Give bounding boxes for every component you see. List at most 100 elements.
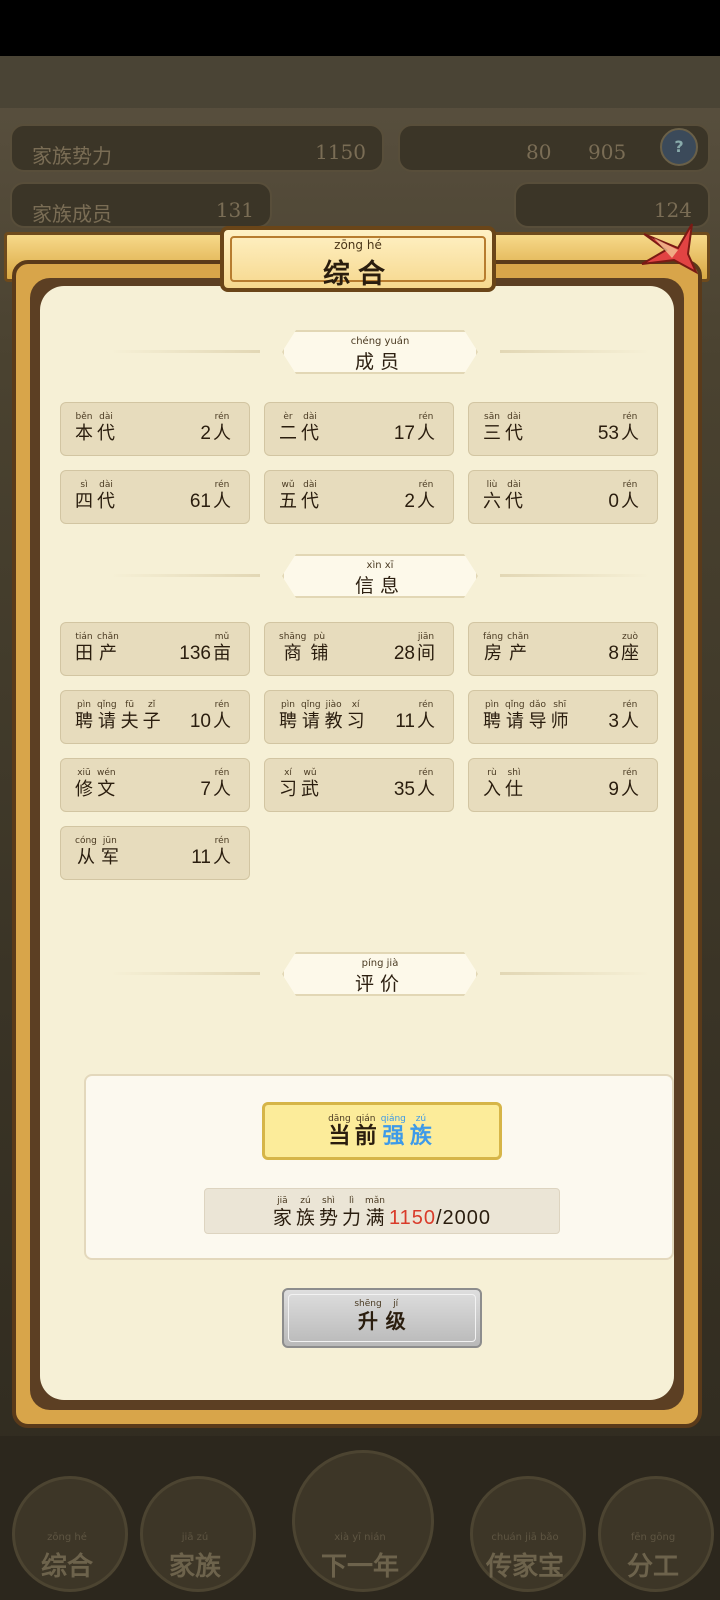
pinyin: rén (418, 700, 434, 710)
pinyin-char: sān 三 (483, 411, 501, 445)
hanzi: 修 (75, 779, 93, 800)
hanzi: 入 (483, 779, 501, 800)
family-info-value: 35 rén 人 (394, 767, 439, 801)
top-bar-background (0, 56, 720, 108)
member-generation-value: 2 rén 人 (404, 479, 439, 513)
hanzi: 人 (213, 491, 231, 512)
family-info-cell: pìn 聘 qǐng 请 dǎo 导 shī 师 3 rén 人 (468, 690, 658, 744)
hanzi: 夫 (120, 711, 139, 732)
member-generation-count: 2 (404, 491, 415, 512)
pinyin: dài (99, 480, 113, 490)
pinyin: běn (75, 412, 93, 422)
pinyin-char: èr 二 (279, 411, 297, 445)
pinyin-char: rén 人 (417, 411, 435, 445)
nav-family-pinyin: jiā zú (181, 1532, 209, 1543)
pinyin: jiā (277, 1196, 288, 1206)
family-info-cell: xiū 修 wén 文 7 rén 人 (60, 758, 250, 812)
pinyin: jiān (417, 632, 435, 642)
pinyin: rén (214, 412, 230, 422)
hanzi: 六 (483, 491, 501, 512)
pinyin: rén (622, 480, 638, 490)
family-info-value: 10 rén 人 (190, 699, 235, 733)
family-power-value: 1150 (315, 140, 366, 164)
pinyin-char: dǎo 导 (529, 699, 547, 733)
pinyin: jiào (325, 700, 342, 710)
pinyin-char: qiáng 强 (381, 1113, 406, 1147)
family-info-label: pìn 聘 qǐng 请 dǎo 导 shī 师 (483, 699, 573, 733)
family-info-label: fáng 房 chǎn 产 (483, 631, 533, 665)
member-generation-count: 2 (200, 423, 211, 444)
help-icon[interactable]: ? (660, 128, 698, 166)
hanzi: 人 (213, 711, 231, 732)
pinyin-char: pìn 聘 (483, 699, 501, 733)
pinyin-char: dài 代 (301, 479, 319, 513)
hanzi: 聘 (279, 711, 297, 732)
section-info-pinyin: xìn xī (366, 560, 394, 571)
pinyin: dǎo (529, 700, 546, 710)
hanzi: 前 (354, 1123, 377, 1149)
hanzi: 三 (483, 423, 501, 444)
hanzi: 族 (409, 1123, 432, 1149)
pinyin: rù (487, 768, 497, 778)
pinyin-char: rén 人 (621, 767, 639, 801)
pinyin-char: xiū 修 (75, 767, 93, 801)
family-info-count: 8 (608, 643, 619, 664)
hanzi: 当 (328, 1123, 351, 1149)
pinyin-char: shēng 升 (354, 1298, 381, 1332)
pinyin: rén (622, 768, 638, 778)
hanzi: 二 (279, 423, 297, 444)
section-rating-pinyin: píng jià (361, 958, 399, 969)
pinyin-char: zú 族 (296, 1195, 315, 1229)
hanzi: 聘 (75, 711, 93, 732)
pinyin-char: dài 代 (505, 411, 523, 445)
close-icon[interactable] (638, 220, 698, 280)
pinyin: rén (214, 768, 230, 778)
pinyin: dài (507, 480, 521, 490)
overview-dialog: chéng yuán 成员 běn 本 dài 代 2 rén 人 èr 二 dài 代 17 rén 人… (4, 223, 710, 1436)
pinyin-char: pìn 聘 (279, 699, 297, 733)
dialog-body: chéng yuán 成员 běn 本 dài 代 2 rén 人 èr 二 dài 代 17 rén 人… (40, 286, 674, 1400)
member-generation-value: 2 rén 人 (200, 411, 235, 445)
family-info-label: pìn 聘 qǐng 请 fū 夫 zǐ 子 (75, 699, 165, 733)
pinyin-char: qián 前 (355, 1113, 377, 1147)
currency-b-value: 905 (588, 140, 627, 164)
pinyin: xiū (77, 768, 91, 778)
pinyin: rén (214, 700, 230, 710)
pinyin-char: jiào 教 (325, 699, 343, 733)
pinyin-char: tián 田 (75, 631, 93, 665)
hanzi: 产 (98, 643, 117, 664)
member-generation-cell: wǔ 五 dài 代 2 rén 人 (264, 470, 454, 524)
pinyin-char: fáng 房 (483, 631, 503, 665)
hanzi: 家 (272, 1207, 292, 1229)
hanzi: 铺 (310, 643, 329, 664)
nav-heirloom-label: 传家宝 (485, 1552, 564, 1582)
family-info-cell: pìn 聘 qǐng 请 fū 夫 zǐ 子 10 rén 人 (60, 690, 250, 744)
nav-overview-pinyin: zōng hé (47, 1532, 87, 1543)
family-info-count: 136 (179, 643, 211, 664)
hanzi: 代 (505, 423, 523, 444)
section-info-title: 信息 (354, 575, 405, 597)
pinyin: qǐng (301, 700, 321, 710)
pinyin: rén (418, 412, 434, 422)
hanzi: 间 (417, 643, 435, 664)
pinyin-char: pìn 聘 (75, 699, 93, 733)
pinyin-char: rén 人 (213, 479, 231, 513)
currency-a-value: 80 (526, 140, 552, 164)
hanzi: 人 (213, 779, 231, 800)
family-info-cell: fáng 房 chǎn 产 8 zuò 座 (468, 622, 658, 676)
member-generation-value: 61 rén 人 (190, 479, 235, 513)
pinyin: shāng (279, 632, 307, 642)
member-generation-label: sān 三 dài 代 (483, 411, 527, 445)
pinyin-char: sì 四 (75, 479, 93, 513)
family-info-label: pìn 聘 qǐng 请 jiào 教 xí 习 (279, 699, 369, 733)
family-info-label: tián 田 chǎn 产 (75, 631, 123, 665)
nav-next-year-pinyin: xià yī nián (334, 1532, 386, 1543)
family-info-value: 28 jiān 间 (394, 631, 439, 665)
pinyin: rén (418, 480, 434, 490)
family-info-cell: shāng 商 pù 铺 28 jiān 间 (264, 622, 454, 676)
pinyin-char: zǐ 子 (143, 699, 161, 733)
pinyin-char: mǎn 满 (365, 1195, 385, 1229)
section-header-info: xìn xī 信息 (110, 554, 650, 598)
hanzi: 代 (301, 491, 319, 512)
upgrade-button[interactable]: shēng 升 jí 级 (282, 1288, 482, 1348)
